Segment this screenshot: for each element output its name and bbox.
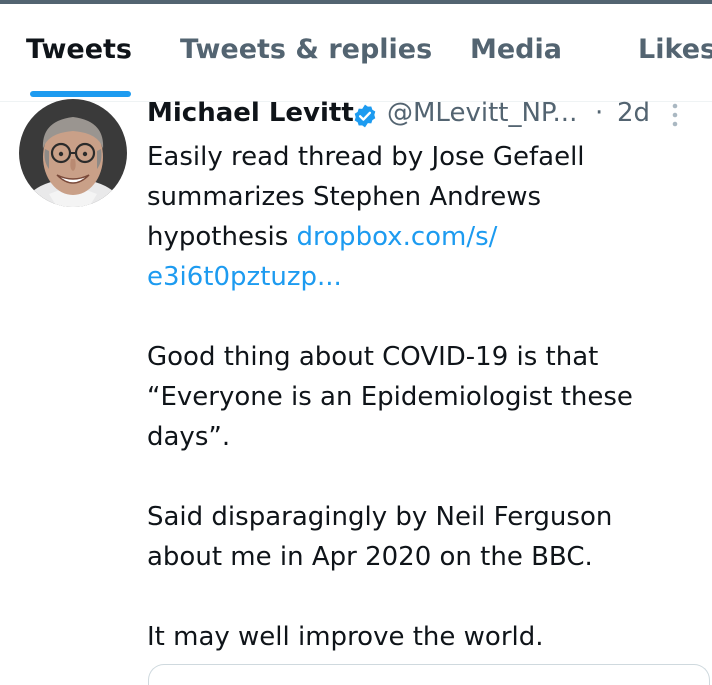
tweet-text-line: summarizes Stephen Andrews (147, 182, 542, 212)
avatar-portrait-icon (19, 99, 127, 207)
active-tab-indicator (30, 91, 131, 97)
link-preview-card[interactable] (148, 664, 710, 685)
tweet-text-line: Good thing about COVID-19 is that (147, 342, 599, 372)
more-options-icon[interactable] (663, 100, 687, 130)
tweet-header: Michael Levitt @MLevitt_NP... · 2d (147, 98, 707, 132)
tweet-timestamp[interactable]: 2d (617, 98, 650, 128)
tab-likes[interactable]: Likes (638, 34, 712, 65)
profile-tabs: Tweets Tweets & replies Media Likes (0, 4, 712, 102)
author-display-name[interactable]: Michael Levitt (147, 98, 354, 128)
dropbox-link-continued[interactable]: e3i6t0pztuzp... (147, 260, 342, 294)
avatar[interactable] (19, 99, 127, 207)
author-handle[interactable]: @MLevitt_NP... (387, 98, 577, 128)
tweet-text-line: about me in Apr 2020 on the BBC. (147, 542, 593, 572)
tweet-text-line: “Everyone is an Epidemiologist these (147, 382, 633, 412)
tweet-text-line: days”. (147, 422, 231, 452)
verified-badge-icon (354, 104, 376, 128)
dropbox-link[interactable]: dropbox.com/s/ (297, 222, 498, 252)
tab-media[interactable]: Media (470, 34, 562, 65)
tweet-text-line: Easily read thread by Jose Gefaell (147, 142, 585, 172)
tweet-text-line: hypothesis dropbox.com/s/ (147, 220, 497, 254)
tweet-text-line: Said disparagingly by Neil Ferguson (147, 502, 613, 532)
tab-tweets-and-replies[interactable]: Tweets & replies (180, 34, 432, 65)
tweet-text: hypothesis (147, 222, 297, 252)
header-separator: · (595, 98, 604, 128)
tweet[interactable]: Michael Levitt @MLevitt_NP... · 2d Easil… (0, 98, 712, 685)
tab-tweets[interactable]: Tweets (26, 34, 132, 65)
tweet-text-line: It may well improve the world. (147, 622, 544, 652)
